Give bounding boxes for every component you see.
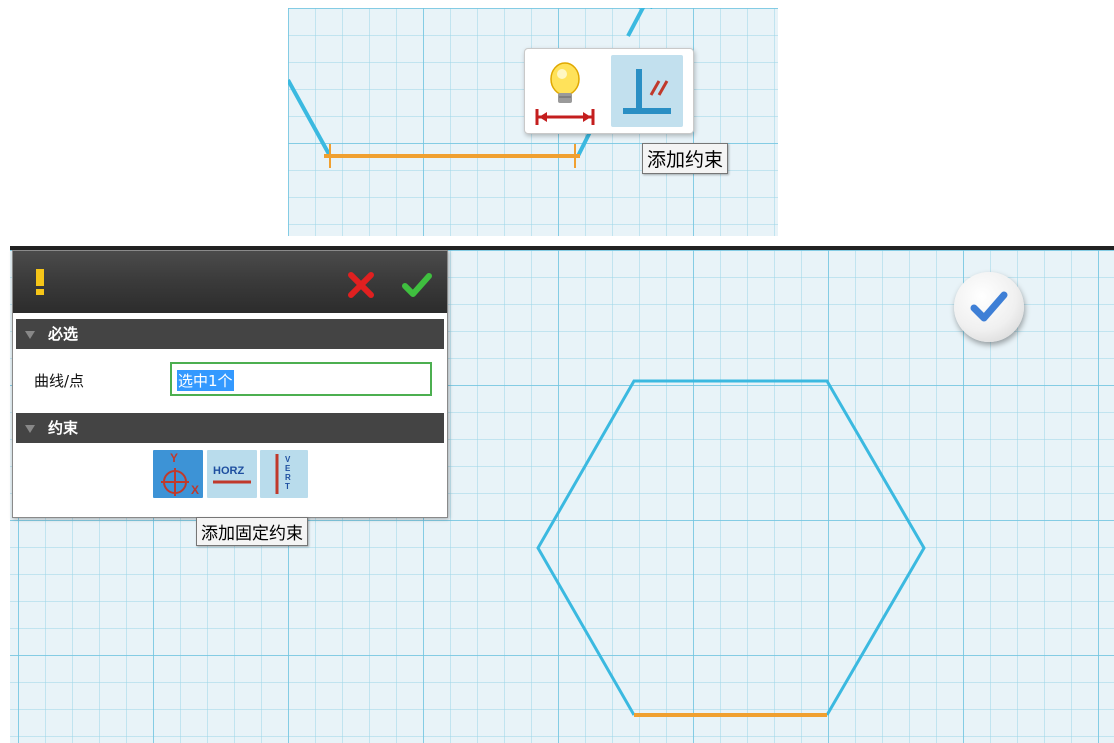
constraint-dialog: 必选 曲线/点 选中1个 约束 Y X HORZ V E R T <box>12 250 448 518</box>
warning-icon <box>36 269 44 295</box>
collapse-triangle-icon <box>25 425 35 433</box>
horz-label: HORZ <box>213 465 244 477</box>
curve-point-label: 曲线/点 <box>34 372 85 390</box>
curve-point-row: 曲线/点 选中1个 <box>16 350 444 410</box>
svg-text:R: R <box>285 473 291 482</box>
constraint-buttons: Y X HORZ V E R T <box>16 444 444 514</box>
svg-text:T: T <box>285 482 290 491</box>
vertical-constraint-icon: V E R T <box>275 454 291 494</box>
required-section-header[interactable]: 必选 <box>16 319 444 349</box>
svg-text:Y: Y <box>170 451 178 465</box>
checkmark-icon <box>970 291 1008 322</box>
add-constraint-button[interactable] <box>611 55 683 127</box>
horizontal-constraint-button[interactable]: HORZ <box>207 450 257 498</box>
svg-text:V: V <box>285 455 291 464</box>
vertical-constraint-button[interactable]: V E R T <box>260 450 308 498</box>
add-constraint-tooltip: 添加约束 <box>642 143 729 174</box>
perpendicular-constraint-icon <box>623 69 671 114</box>
dialog-header <box>13 251 447 313</box>
constraint-section-header[interactable]: 约束 <box>16 413 444 443</box>
hexagon-edges <box>536 379 926 716</box>
fixed-constraint-icon: Y X <box>161 451 199 497</box>
selection-value: 选中1个 <box>177 370 234 391</box>
mini-toolbar <box>524 48 694 134</box>
confirm-sketch-button[interactable] <box>954 272 1024 342</box>
constraint-section-title: 约束 <box>48 419 79 437</box>
svg-text:X: X <box>191 483 199 497</box>
horizontal-constraint-icon: HORZ <box>213 465 251 484</box>
lightbulb-dimension-icon <box>535 62 595 125</box>
selection-field[interactable]: 选中1个 <box>170 362 432 396</box>
fixed-constraint-button[interactable]: Y X <box>153 450 203 498</box>
sketch-line-top-right <box>626 8 646 37</box>
top-inset-viewport[interactable]: 添加约束 <box>288 8 778 236</box>
svg-text:E: E <box>285 464 291 473</box>
add-fixed-constraint-tooltip: 添加固定约束 <box>196 517 308 546</box>
required-section-title: 必选 <box>48 325 79 343</box>
collapse-triangle-icon <box>25 331 35 339</box>
sketch-line-left <box>288 79 332 157</box>
cancel-button[interactable] <box>347 271 375 299</box>
ok-button[interactable] <box>401 271 433 299</box>
smart-dimension-button[interactable] <box>529 55 601 127</box>
